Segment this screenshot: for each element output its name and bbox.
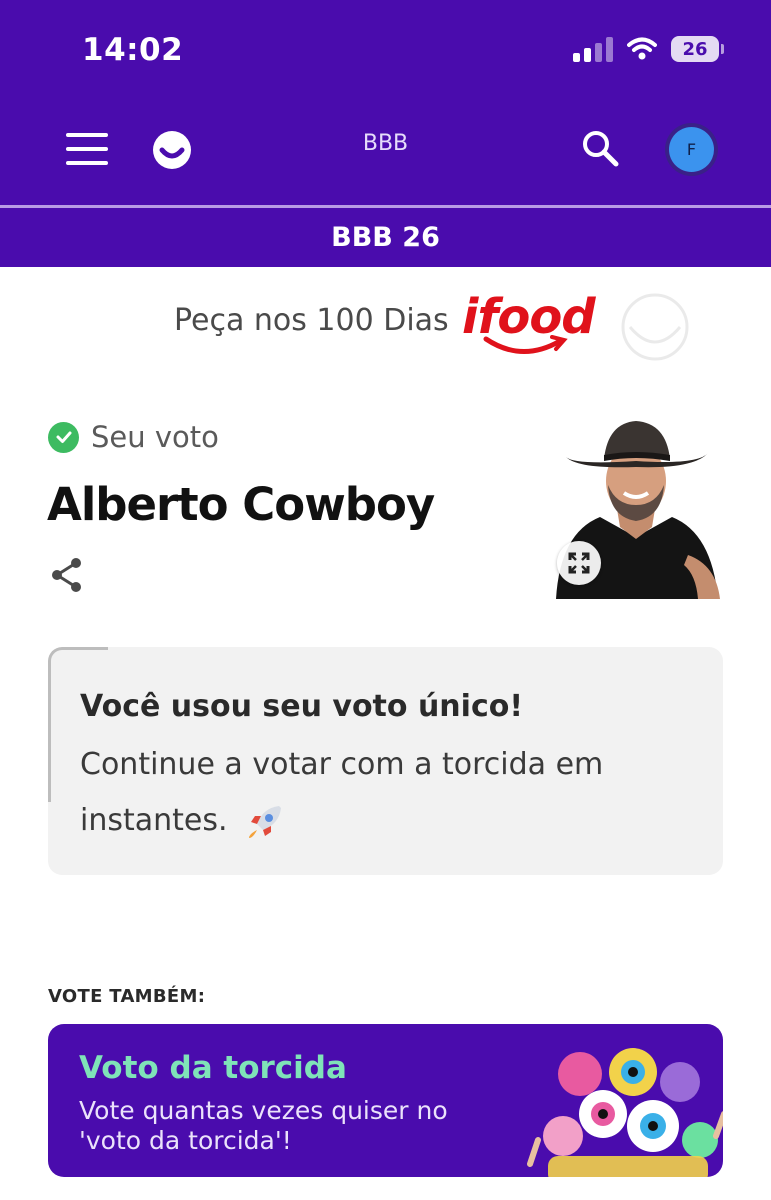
rocket-icon [249,805,282,838]
info-body: Continue a votar com a torcida em instan… [80,747,604,838]
info-body-wrapper: Continue a votar com a torcida em instan… [80,737,680,849]
subheader-title[interactable]: BBB 26 [331,222,440,253]
vote-status: Seu voto [48,420,219,454]
subheader: BBB 26 [0,208,771,267]
ad-watermark-icon [621,293,689,361]
cheer-vote-card[interactable]: Voto da torcida Vote quantas vezes quise… [48,1024,723,1177]
cheer-card-description: Vote quantas vezes quiser no 'voto da to… [79,1096,448,1155]
brand-title[interactable]: BBB [0,131,771,156]
vote-status-label: Seu voto [91,420,219,454]
vote-also-label: VOTE TAMBÉM: [48,986,206,1007]
info-heading: Você usou seu voto único! [80,689,524,724]
battery-icon: 26 [671,36,724,62]
status-icons: 26 [573,36,724,62]
bottom-edge [0,1177,771,1200]
ad-text: Peça nos 100 Dias [174,303,449,338]
ifood-smile-icon [483,335,568,354]
ifood-logo: ifood [462,289,596,359]
status-time: 14:02 [82,32,184,68]
app-header: 14:02 26 BBB F [0,0,771,205]
share-icon[interactable] [49,557,85,593]
battery-level: 26 [682,38,708,60]
avatar[interactable]: F [665,123,718,176]
bbb-eyes-mascots-icon [527,1048,723,1177]
check-circle-icon [48,421,79,453]
search-icon[interactable] [580,128,620,168]
cheer-card-title: Voto da torcida [79,1050,347,1086]
wifi-icon [627,37,657,60]
info-card: Você usou seu voto único! Continue a vot… [48,647,723,875]
signal-icon [573,36,613,62]
expand-icon[interactable] [557,541,601,585]
avatar-initial: F [669,127,714,172]
candidate-name: Alberto Cowboy [47,478,435,531]
ad-banner[interactable]: Peça nos 100 Dias ifood [0,267,771,377]
